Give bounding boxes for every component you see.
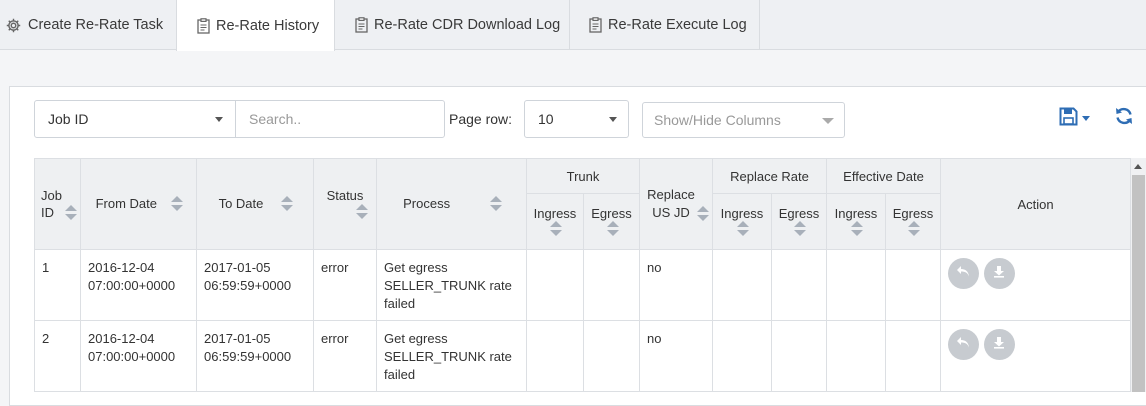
- col-header-replace-rate-egress[interactable]: Egress: [771, 193, 827, 250]
- col-header-replace-rate-ingress[interactable]: Ingress: [712, 193, 772, 250]
- cell-effective-date-egress: [884, 249, 942, 321]
- filter-field-select[interactable]: Job ID: [34, 100, 236, 138]
- col-header-trunk-egress[interactable]: Egress: [583, 193, 640, 250]
- tab-label: Create Re-Rate Task: [28, 17, 164, 33]
- tab-create-re-rate-task[interactable]: Create Re-Rate Task: [0, 0, 177, 50]
- scrollbar-thumb[interactable]: [1132, 175, 1145, 392]
- sort-icon[interactable]: [851, 221, 863, 237]
- tab-label: Re-Rate History: [216, 17, 320, 34]
- show-hide-columns-select[interactable]: Show/Hide Columns: [642, 102, 845, 138]
- sort-icon[interactable]: [171, 196, 184, 212]
- sort-icon[interactable]: [737, 221, 749, 237]
- sort-icon[interactable]: [550, 221, 562, 237]
- chevron-down-icon: [822, 118, 834, 124]
- page-row-select[interactable]: 10: [524, 100, 629, 138]
- cell-action: [940, 320, 1132, 392]
- sort-icon[interactable]: [697, 205, 709, 222]
- col-header-to-date[interactable]: To Date: [196, 158, 314, 250]
- filter-field-value: Job ID: [48, 111, 89, 127]
- col-header-job-id[interactable]: Job ID: [34, 158, 81, 250]
- col-header-trunk: Trunk: [526, 158, 640, 194]
- save-icon: [1059, 107, 1078, 129]
- cell-replace-us-jd: no: [639, 249, 713, 321]
- clipboard-icon: [589, 17, 602, 33]
- tab-bar: Create Re-Rate Task Re-Rate History Re-R…: [0, 0, 1146, 51]
- chevron-down-icon: [609, 117, 617, 122]
- revert-button[interactable]: [948, 258, 980, 289]
- cell-trunk-ingress: [526, 320, 584, 392]
- col-header-effective-date-ingress[interactable]: Ingress: [826, 193, 886, 250]
- col-header-effective-date: Effective Date: [825, 158, 942, 194]
- download-button[interactable]: [983, 258, 1015, 289]
- cell-to-date: 2017-01-05 06:59:59+0000: [196, 320, 314, 392]
- cell-status: error: [313, 320, 377, 392]
- tab-re-rate-history[interactable]: Re-Rate History: [176, 0, 335, 51]
- export-button[interactable]: [1059, 107, 1093, 129]
- cell-effective-date-egress: [884, 320, 942, 392]
- refresh-icon: [1114, 107, 1134, 129]
- col-header-action: Action: [940, 158, 1132, 250]
- cell-job-id: 2: [34, 320, 81, 392]
- refresh-button[interactable]: [1114, 106, 1134, 129]
- search-input[interactable]: Search..: [235, 100, 445, 138]
- download-icon: [993, 336, 1005, 354]
- tab-re-rate-cdr-download-log[interactable]: Re-Rate CDR Download Log: [335, 0, 570, 50]
- clipboard-icon: [197, 17, 210, 34]
- revert-button[interactable]: [948, 329, 980, 360]
- cell-job-id: 1: [34, 249, 81, 321]
- download-icon: [993, 265, 1005, 283]
- cell-action: [940, 249, 1132, 321]
- cell-status: error: [313, 249, 377, 321]
- tab-label: Re-Rate CDR Download Log: [374, 17, 561, 33]
- sort-icon[interactable]: [489, 196, 502, 212]
- sort-icon[interactable]: [794, 221, 806, 237]
- cell-trunk-egress: [583, 249, 640, 321]
- cell-replace-rate-ingress: [712, 320, 772, 392]
- cell-trunk-egress: [583, 320, 640, 392]
- undo-icon: [956, 265, 971, 283]
- sort-icon[interactable]: [606, 221, 619, 237]
- cell-replace-rate-egress: [771, 320, 827, 392]
- page-row-label: Page row:: [449, 111, 513, 127]
- download-button[interactable]: [983, 329, 1015, 360]
- col-header-status[interactable]: Status: [313, 158, 377, 250]
- chevron-down-icon: [215, 117, 223, 122]
- sort-icon[interactable]: [281, 196, 294, 212]
- cell-replace-rate-ingress: [712, 249, 772, 321]
- col-header-process[interactable]: Process: [376, 158, 527, 250]
- cell-process: Get egress SELLER_TRUNK rate failed: [376, 320, 527, 392]
- search-placeholder: Search..: [249, 111, 302, 127]
- cell-replace-us-jd: no: [639, 320, 713, 392]
- tab-label: Re-Rate Execute Log: [608, 17, 747, 33]
- clipboard-icon: [355, 17, 368, 33]
- cell-to-date: 2017-01-05 06:59:59+0000: [196, 249, 314, 321]
- gear-icon: [5, 17, 22, 34]
- col-header-from-date[interactable]: From Date: [80, 158, 197, 250]
- page-row-value: 10: [538, 111, 554, 127]
- cell-trunk-ingress: [526, 249, 584, 321]
- sort-icon[interactable]: [356, 203, 368, 220]
- table-row: 1 2016-12-04 07:00:00+0000 2017-01-05 06…: [34, 249, 1132, 321]
- cell-process: Get egress SELLER_TRUNK rate failed: [376, 249, 527, 321]
- col-header-trunk-ingress[interactable]: Ingress: [526, 193, 584, 250]
- cell-effective-date-ingress: [826, 320, 886, 392]
- sort-icon[interactable]: [908, 221, 920, 237]
- scroll-up-icon[interactable]: [1134, 164, 1142, 169]
- columns-placeholder: Show/Hide Columns: [654, 112, 781, 128]
- col-header-replace-rate: Replace Rate: [712, 158, 827, 194]
- cell-replace-rate-egress: [771, 249, 827, 321]
- tab-re-rate-execute-log[interactable]: Re-Rate Execute Log: [570, 0, 760, 50]
- table-scrollbar[interactable]: [1131, 158, 1146, 392]
- cell-from-date: 2016-12-04 07:00:00+0000: [80, 320, 197, 392]
- table-row: 2 2016-12-04 07:00:00+0000 2017-01-05 06…: [34, 320, 1132, 392]
- col-header-effective-date-egress[interactable]: Egress: [884, 193, 942, 250]
- cell-from-date: 2016-12-04 07:00:00+0000: [80, 249, 197, 321]
- cell-effective-date-ingress: [826, 249, 886, 321]
- chevron-down-icon: [1082, 116, 1090, 121]
- rerate-history-table: Job ID From Date To Date Status Process …: [34, 158, 1132, 392]
- sort-icon[interactable]: [65, 205, 77, 221]
- col-header-replace-us-jd[interactable]: Replace US JD: [639, 158, 713, 250]
- undo-icon: [956, 336, 971, 354]
